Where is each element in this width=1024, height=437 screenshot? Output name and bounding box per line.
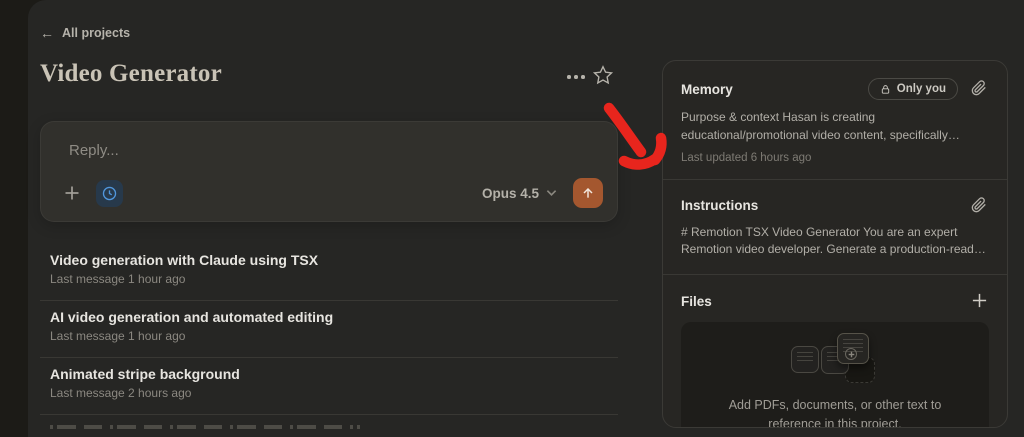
send-button[interactable] <box>573 178 603 208</box>
conversation-item-clipped[interactable] <box>50 425 360 429</box>
chevron-down-icon <box>546 190 557 197</box>
collapsed-sidebar-rail <box>0 0 28 437</box>
conversation-subtitle: Last message 1 hour ago <box>50 329 186 343</box>
back-arrow-icon: ← <box>40 25 54 41</box>
back-to-all-projects-link[interactable]: ← All projects <box>40 26 130 40</box>
visibility-badge-label: Only you <box>896 83 946 95</box>
conversation-list: Video generation with Claude using TSX L… <box>40 252 618 429</box>
page-title: Video Generator <box>40 60 222 87</box>
conversation-item[interactable]: Animated stripe background Last message … <box>40 358 618 415</box>
files-empty-hint: Add PDFs, documents, or other text to re… <box>728 398 942 428</box>
extended-thinking-toggle[interactable] <box>96 179 123 207</box>
memory-section: Memory Only you Purpose & context Hasan … <box>663 61 1007 180</box>
back-link-label: All projects <box>62 26 131 40</box>
star-icon[interactable] <box>592 64 614 86</box>
project-details-panel: Memory Only you Purpose & context Hasan … <box>662 60 1008 428</box>
lock-icon <box>881 84 889 94</box>
files-title: Files <box>681 293 712 309</box>
model-label: Opus 4.5 <box>481 185 539 201</box>
conversation-item[interactable]: Video generation with Claude using TSX L… <box>40 252 618 301</box>
conversation-title: Animated stripe background <box>50 366 240 382</box>
plus-circle-icon <box>845 348 857 361</box>
attach-plus-icon[interactable] <box>61 182 83 204</box>
reply-composer: Opus 4.5 <box>40 121 618 222</box>
conversation-subtitle: Last message 2 hours ago <box>50 386 192 400</box>
instructions-section: Instructions # Remotion TSX Video Genera… <box>663 180 1007 275</box>
clock-icon <box>102 186 117 200</box>
memory-updated: Last updated 6 hours ago <box>681 151 812 164</box>
files-section: Files Add PDFs, documents, or other text… <box>663 275 1007 428</box>
model-selector[interactable]: Opus 4.5 <box>482 186 557 201</box>
instructions-title: Instructions <box>681 198 759 213</box>
conversation-title: Video generation with Claude using TSX <box>50 252 319 268</box>
conversation-subtitle: Last message 1 hour ago <box>50 272 186 286</box>
memory-paperclip-icon[interactable] <box>971 80 989 98</box>
conversation-title: AI video generation and automated editin… <box>50 309 334 325</box>
arrow-up-icon <box>583 187 593 198</box>
memory-title: Memory <box>681 81 733 97</box>
instructions-paperclip-icon[interactable] <box>971 196 989 215</box>
more-options-icon[interactable] <box>563 71 589 83</box>
instructions-body[interactable]: # Remotion TSX Video Generator You are a… <box>681 224 989 260</box>
files-empty-dropzone[interactable]: Add PDFs, documents, or other text to re… <box>681 322 989 428</box>
visibility-badge[interactable]: Only you <box>867 78 958 100</box>
reply-input[interactable] <box>69 142 589 176</box>
add-file-button[interactable] <box>971 292 989 310</box>
conversation-item[interactable]: AI video generation and automated editin… <box>40 301 618 358</box>
memory-body[interactable]: Purpose & context Hasan is creating educ… <box>681 109 989 145</box>
documents-illustration-icon <box>779 333 891 385</box>
